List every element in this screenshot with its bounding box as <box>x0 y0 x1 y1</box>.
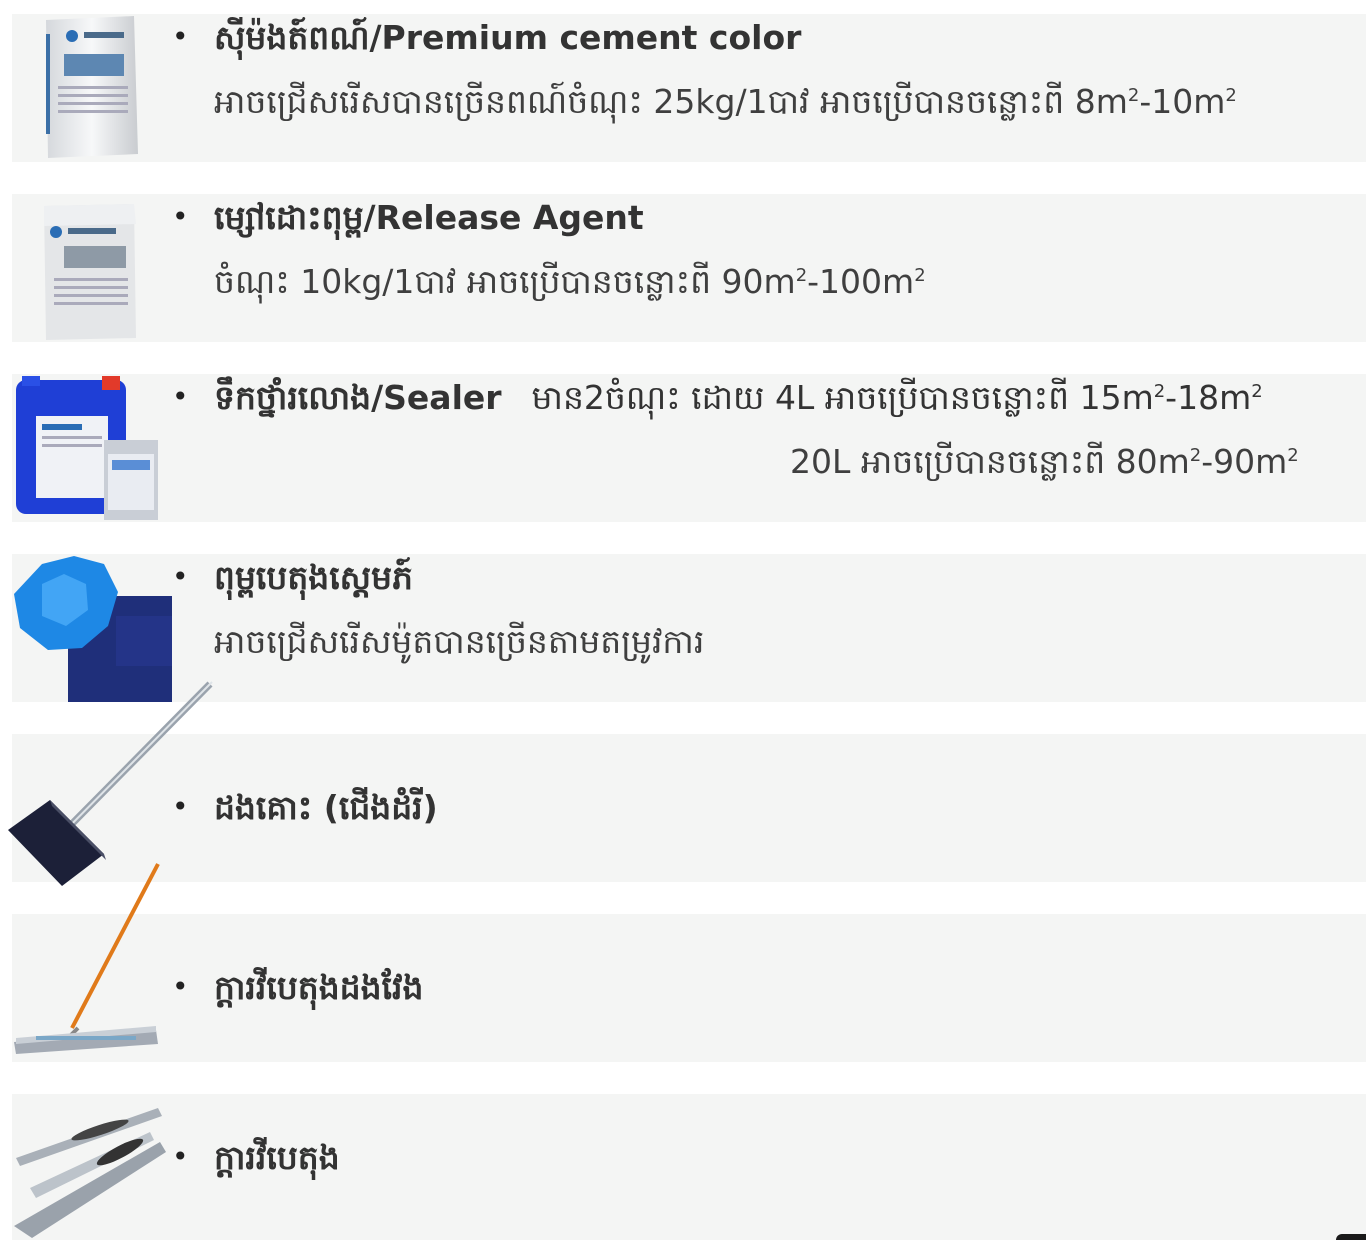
product-row-bull-float: • ក្តារវីបេតុងដងវែង <box>12 914 1366 1062</box>
item-title: ក្តារវីបេតុងដងវែង <box>214 968 424 1007</box>
cement-bag-icon <box>46 16 138 158</box>
bull-float-icon <box>14 863 160 1054</box>
release-agent-bag-icon <box>44 204 136 340</box>
item-title: ក្តារវីបេតុង <box>214 1138 340 1177</box>
product-row-sealer: • ទឹកថ្នាំរលោង/Sealer មាន2ចំណុះ ដោយ 4L អា… <box>12 374 1366 522</box>
product-row-release-agent: • ម្សៅដោះពុម្ព/Release Agent ចំណុះ 10kg/… <box>12 194 1366 342</box>
corner-marker <box>1336 1234 1366 1240</box>
bullet: • <box>172 1140 189 1173</box>
product-row-trowel: • ក្តារវីបេតុង <box>12 1094 1366 1240</box>
sealer-containers-icon <box>16 376 158 520</box>
bullet: • <box>172 20 189 53</box>
item-detail-2: 20L អាចប្រើបានចន្លោះពី 80m2-90m2 <box>790 442 1299 481</box>
item-detail: អាចជ្រើសរើសម៉ូតបានច្រើនតាមតម្រូវការ <box>214 622 705 661</box>
item-detail: អាចជ្រើសរើសបានច្រើនពណ៍ចំណុះ 25kg/1បាវ អា… <box>214 82 1237 121</box>
bullet: • <box>172 970 189 1003</box>
hand-trowel-icon <box>14 1108 166 1238</box>
item-title: ម្សៅដោះពុម្ព/Release Agent <box>214 198 644 237</box>
item-title: ទឹកថ្នាំរលោង/Sealer មាន2ចំណុះ ដោយ 4L អាចប… <box>214 378 1263 417</box>
bullet: • <box>172 560 189 593</box>
bullet: • <box>172 200 189 233</box>
item-detail: មាន2ចំណុះ ដោយ 4L អាចប្រើបានចន្លោះពី 15m2… <box>531 378 1263 417</box>
item-title: ពុម្ពបេតុងស្តេមភ៍ <box>214 558 413 597</box>
item-title: ដងគោះ (ជើងដំរី) <box>214 788 438 827</box>
item-detail: ចំណុះ 10kg/1បាវ អាចប្រើបានចន្លោះពី 90m2-… <box>214 262 926 301</box>
product-row-cement: • ស៊ីម៉ងត៍ពណ៍/Premium cement color អាចជ្… <box>12 14 1366 162</box>
item-title: ស៊ីម៉ងត៍ពណ៍/Premium cement color <box>214 18 802 57</box>
bullet: • <box>172 380 189 413</box>
